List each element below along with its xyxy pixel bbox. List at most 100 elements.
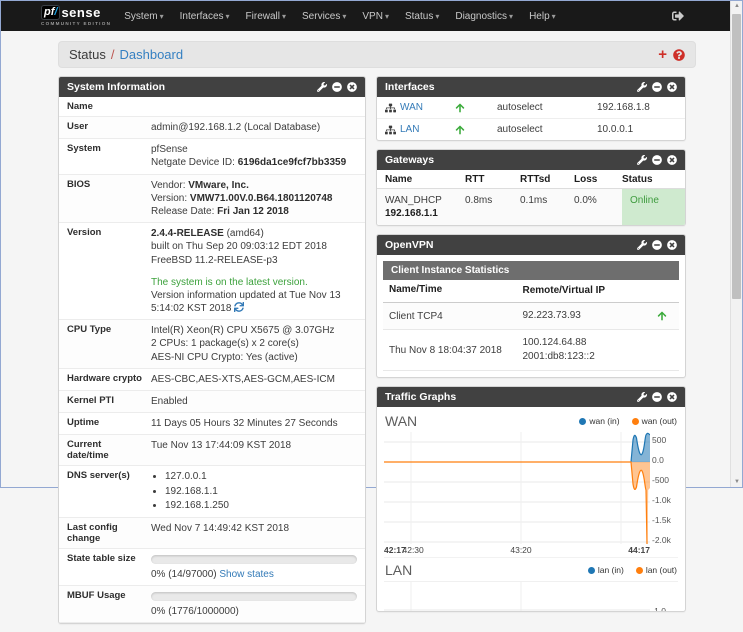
- wrench-icon[interactable]: [637, 155, 647, 165]
- minimize-icon[interactable]: [652, 392, 662, 402]
- chevron-down-icon: ▾: [342, 11, 347, 21]
- breadcrumb-section: Status: [69, 47, 106, 62]
- wan-in-legend-dot: [579, 418, 587, 425]
- breadcrumb: Status / Dashboard +: [58, 41, 696, 68]
- lan-interface-link[interactable]: LAN: [400, 124, 419, 135]
- netgate-device-id: 6196da1ce9fcf7bb3359: [237, 157, 347, 169]
- wan-interface-link[interactable]: WAN: [400, 102, 423, 113]
- menu-services[interactable]: Services ▾: [302, 11, 346, 22]
- table-row: Client TCP4 92.223.73.93: [383, 303, 679, 330]
- panel-title: System Information: [67, 81, 166, 93]
- gateway-status-badge: Online: [622, 189, 685, 225]
- client-instance-statistics-header: Client Instance Statistics: [383, 261, 679, 280]
- state-table-progress-bar: [151, 554, 357, 564]
- interfaces-panel: Interfaces WAN autoselect 192.168.1.8 LA…: [376, 76, 686, 141]
- openvpn-header-row: Name/Time Remote/Virtual IP: [383, 280, 679, 303]
- version-status-text: The system is on the latest version.: [151, 276, 308, 288]
- lan-in-legend-dot: [587, 567, 595, 574]
- menu-vpn[interactable]: VPN ▾: [362, 11, 389, 22]
- sitemap-icon: [385, 103, 396, 113]
- gateways-header-row: Name RTT RTTsd Loss Status: [377, 170, 685, 189]
- wan-traffic-chart: 500 0.0 -500 -1.0k -1.5k -2.0k: [384, 432, 678, 544]
- breadcrumb-page-dashboard[interactable]: Dashboard: [119, 47, 183, 62]
- table-row: Thu Nov 8 18:04:37 2018 100.124.64.88 20…: [383, 330, 679, 371]
- brand-name: sense: [61, 5, 101, 21]
- top-navbar: pf/ sense COMMUNITY EDITION System ▾ Inte…: [1, 1, 742, 31]
- panel-title: Gateways: [385, 154, 435, 166]
- close-icon[interactable]: [667, 392, 677, 402]
- minimize-icon[interactable]: [652, 82, 662, 92]
- close-icon[interactable]: [667, 155, 677, 165]
- close-icon[interactable]: [667, 240, 677, 250]
- chevron-down-icon: ▾: [159, 11, 164, 21]
- table-row: System pfSense Netgate Device ID: 6196da…: [59, 139, 365, 175]
- minimize-icon[interactable]: [652, 155, 662, 165]
- vpn-up-arrow-icon: [657, 311, 667, 321]
- table-row: Last config change Wed Nov 7 14:49:42 KS…: [59, 517, 365, 549]
- table-row: Name: [59, 97, 365, 117]
- sitemap-icon: [385, 125, 396, 135]
- vertical-scrollbar[interactable]: ▲ ▼: [730, 1, 742, 487]
- menu-status[interactable]: Status ▾: [405, 11, 439, 22]
- main-menu: System ▾ Interfaces ▾ Firewall ▾ Services ▾ …: [124, 11, 555, 22]
- table-row: LAN autoselect 10.0.0.1: [377, 119, 685, 140]
- menu-firewall[interactable]: Firewall ▾: [246, 11, 286, 22]
- table-row: Uptime 11 Days 05 Hours 32 Minutes 27 Se…: [59, 413, 365, 436]
- chevron-down-icon: ▾: [225, 11, 230, 21]
- y-tick: 500: [652, 435, 667, 445]
- refresh-icon[interactable]: [234, 302, 244, 312]
- y-tick: -500: [652, 475, 670, 485]
- help-question-icon[interactable]: [673, 49, 685, 61]
- menu-system[interactable]: System ▾: [124, 11, 163, 22]
- wan-graph-legend: wan (in) wan (out): [579, 416, 677, 426]
- pfsense-logo[interactable]: pf/ sense COMMUNITY EDITION: [41, 5, 111, 27]
- link-up-arrow-icon: [455, 125, 465, 135]
- system-information-panel: System Information Name User admin@192.1…: [58, 76, 366, 625]
- chevron-down-icon: ▾: [282, 11, 287, 21]
- sign-out-icon[interactable]: [672, 10, 684, 22]
- scroll-up-arrow[interactable]: ▲: [731, 3, 743, 9]
- panel-title: OpenVPN: [385, 239, 434, 251]
- menu-interfaces[interactable]: Interfaces ▾: [180, 11, 230, 22]
- wrench-icon[interactable]: [317, 82, 327, 92]
- close-icon[interactable]: [347, 82, 357, 92]
- scroll-down-arrow[interactable]: ▼: [731, 479, 743, 485]
- menu-help[interactable]: Help ▾: [529, 11, 556, 22]
- scrollbar-thumb[interactable]: [732, 14, 741, 299]
- minimize-icon[interactable]: [652, 240, 662, 250]
- chevron-down-icon: ▾: [384, 11, 389, 21]
- wan-x-axis: 42:17 42:30 43:20 44:17: [384, 544, 678, 557]
- brand-edition: COMMUNITY EDITION: [41, 21, 112, 27]
- table-row: User admin@192.168.1.2 (Local Database): [59, 117, 365, 140]
- y-tick: -1.0k: [652, 495, 671, 505]
- show-states-link[interactable]: Show states: [219, 569, 273, 580]
- table-row: Version 2.4.4-RELEASE (amd64) built on T…: [59, 223, 365, 321]
- traffic-graphs-panel: Traffic Graphs WAN wan (in) wan (out) 50…: [376, 386, 686, 612]
- x-tick: 42:30: [402, 545, 424, 555]
- wan-out-legend-dot: [631, 418, 639, 425]
- y-tick: 0.0: [652, 455, 664, 465]
- table-row: CPU Type Intel(R) Xeon(R) CPU X5675 @ 3.…: [59, 320, 365, 369]
- add-widget-icon[interactable]: +: [658, 47, 667, 62]
- table-row: WAN_DHCP 192.168.1.1 0.8ms 0.1ms 0.0% On…: [377, 189, 685, 225]
- table-row: Current date/time Tue Nov 13 17:44:09 KS…: [59, 435, 365, 467]
- table-row: State table size 0% (14/97000) Show stat…: [59, 549, 365, 587]
- gateways-panel: Gateways Name RTT RTTsd Loss Status WAN_…: [376, 149, 686, 226]
- close-icon[interactable]: [667, 82, 677, 92]
- lan-traffic-chart: 1.0: [384, 581, 678, 611]
- lan-out-legend-dot: [635, 567, 643, 574]
- wrench-icon[interactable]: [637, 392, 647, 402]
- lan-graph-title: LAN: [385, 562, 413, 578]
- wrench-icon[interactable]: [637, 82, 647, 92]
- openvpn-panel: OpenVPN Client Instance Statistics Name/…: [376, 234, 686, 378]
- wrench-icon[interactable]: [637, 240, 647, 250]
- lan-graph-legend: lan (in) lan (out): [587, 565, 677, 575]
- x-tick: 43:20: [510, 545, 532, 555]
- panel-title: Traffic Graphs: [385, 391, 457, 403]
- y-tick: 1.0: [654, 606, 666, 612]
- minimize-icon[interactable]: [332, 82, 342, 92]
- table-row: Hardware crypto AES-CBC,AES-XTS,AES-GCM,…: [59, 369, 365, 391]
- table-row: MBUF Usage 0% (1776/1000000): [59, 586, 365, 624]
- table-row: DNS server(s) 127.0.0.1 192.168.1.1 192.…: [59, 466, 365, 518]
- menu-diagnostics[interactable]: Diagnostics ▾: [455, 11, 513, 22]
